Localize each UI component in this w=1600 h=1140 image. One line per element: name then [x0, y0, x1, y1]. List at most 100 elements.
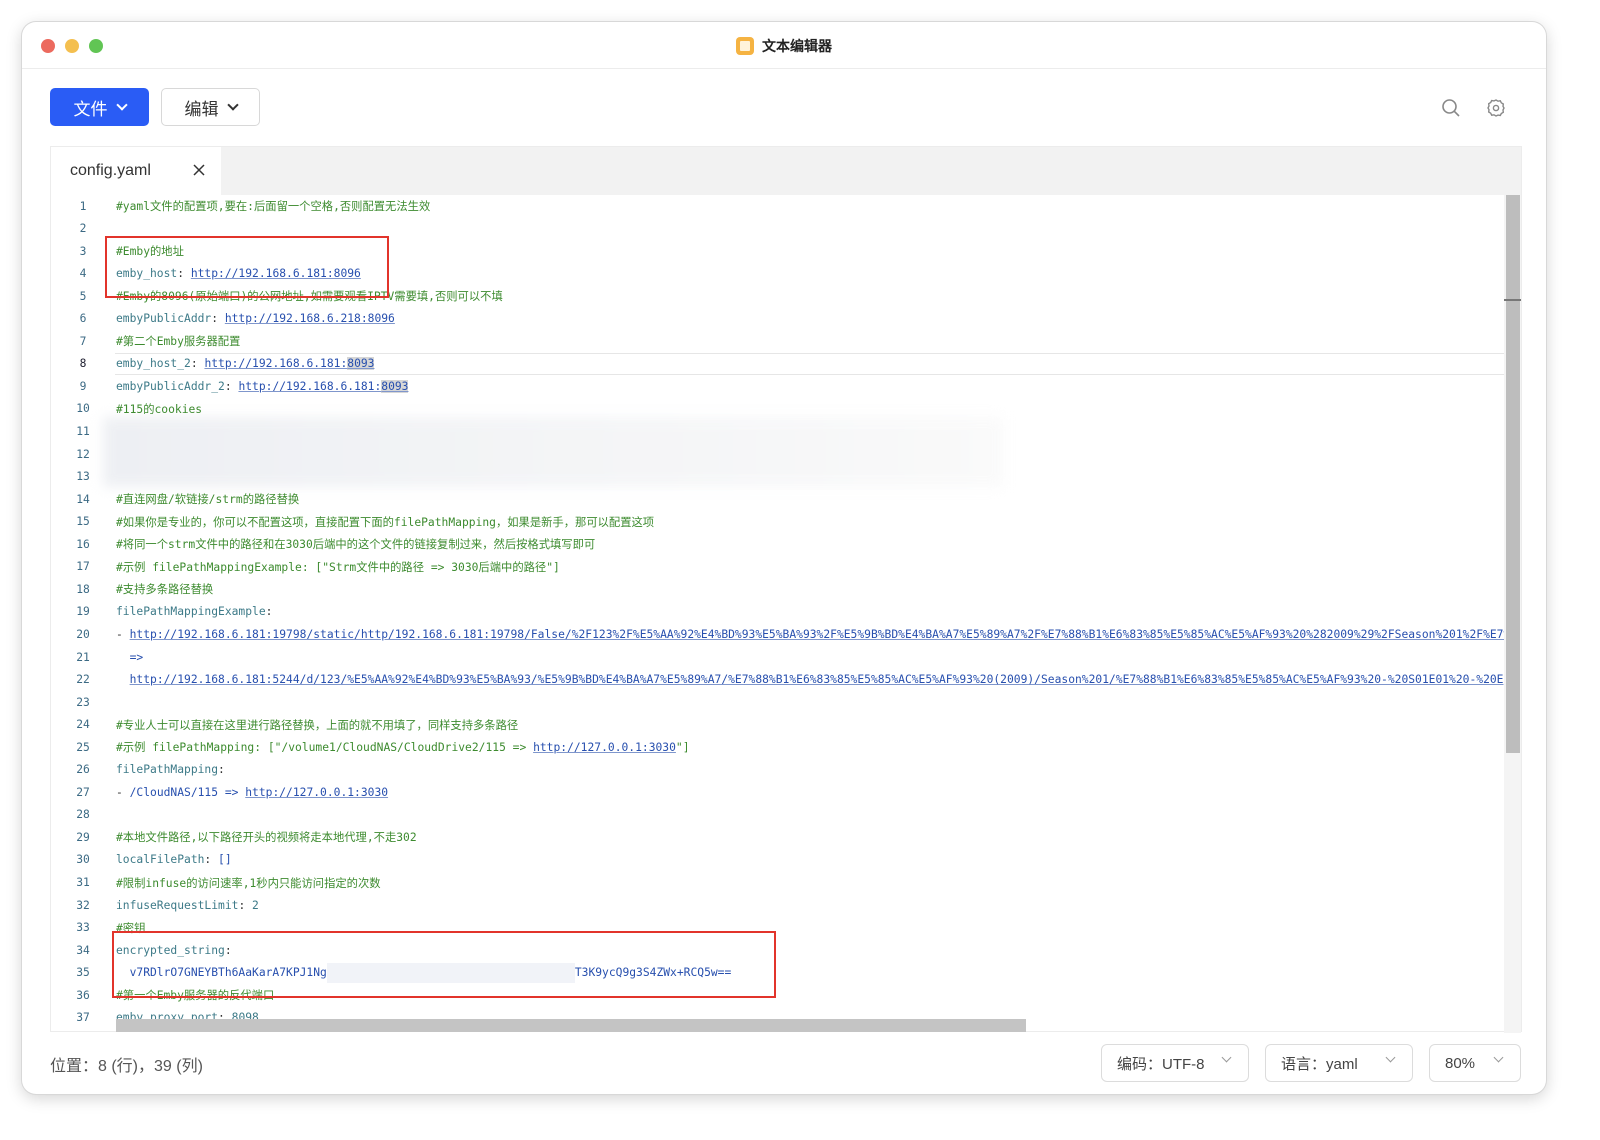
- horizontal-scroll-thumb[interactable]: [116, 1019, 1026, 1032]
- code-line[interactable]: 9 embyPublicAddr_2: http://192.168.6.181:…: [51, 375, 1504, 397]
- code-token: #直连网盘/软链接/strm的路径替换: [116, 493, 300, 507]
- line-text: embyPublicAddr: http://192.168.6.218:809…: [116, 312, 395, 325]
- code-token: #yaml文件的配置项,要在:后面留一个空格,否则配置无法生效: [116, 200, 431, 213]
- code-line[interactable]: 26 filePathMapping:: [51, 759, 1504, 781]
- edit-menu-button[interactable]: 编辑: [161, 88, 260, 126]
- url-token[interactable]: http://192.168.6.181:19798/static/http/1…: [130, 628, 1504, 641]
- encoding-select[interactable]: 编码：UTF-8: [1101, 1044, 1249, 1082]
- code-line[interactable]: 16 #将同一个strm文件中的路径和在3030后端中的这个文件的链接复制过来，然…: [51, 533, 1504, 555]
- code-token: "]: [675, 741, 690, 755]
- code-line[interactable]: 23: [51, 691, 1504, 713]
- code-line[interactable]: 24 #专业人士可以直接在这里进行路径替换，上面的就不用填了，同样支持多条路径: [51, 714, 1504, 736]
- url-token[interactable]: http://127.0.0.1:3030: [533, 741, 676, 754]
- line-number: 25: [76, 740, 90, 754]
- line-text: #本地文件路径,以下路径开头的视频将走本地代理,不走302: [116, 829, 417, 845]
- code-line[interactable]: 30 localFilePath: []: [51, 849, 1504, 871]
- line-number: 1: [79, 199, 87, 213]
- code-token: :: [224, 379, 239, 393]
- edit-menu-label: 编辑: [184, 99, 219, 119]
- code-line[interactable]: 25 #示例 filePathMapping: ["/volume1/CloudN…: [51, 736, 1504, 758]
- encoding-value: 编码：UTF-8: [1117, 1055, 1205, 1073]
- line-number: 26: [76, 763, 90, 777]
- cursor-marker: [1504, 299, 1521, 301]
- code-line[interactable]: 32 infuseRequestLimit: 2: [51, 894, 1504, 916]
- code-token: #将同一个strm文件中的路径和在3030后端中的这个文件的链接复制过来，然后按…: [116, 538, 596, 552]
- language-select[interactable]: 语言：yaml: [1265, 1044, 1413, 1082]
- line-number: 20: [76, 627, 90, 641]
- gear-icon[interactable]: [1486, 98, 1506, 118]
- url-token[interactable]: http://192.168.6.181:5244/d/123/%E5%AA%9…: [130, 673, 1504, 686]
- file-menu-button[interactable]: 文件: [50, 88, 149, 126]
- code-line[interactable]: 18 #支持多条路径替换: [51, 578, 1504, 600]
- line-number: 19: [76, 605, 90, 619]
- code-token: :: [238, 898, 253, 912]
- line-number: 36: [76, 988, 90, 1002]
- code-line[interactable]: 21 =>: [51, 646, 1504, 668]
- line-number: 32: [76, 898, 90, 912]
- line-text: embyPublicAddr_2: http://192.168.6.181:8…: [116, 379, 409, 393]
- line-text: - http://192.168.6.181:19798/static/http…: [116, 628, 1504, 641]
- line-number: 13: [76, 470, 90, 484]
- code-line[interactable]: 19 filePathMappingExample:: [51, 601, 1504, 623]
- url-token[interactable]: http://192.168.6.218:8096: [225, 312, 395, 325]
- zoom-select[interactable]: 80%: [1429, 1044, 1521, 1082]
- code-line[interactable]: 12: [51, 443, 1504, 465]
- code-editor[interactable]: 1 #yaml文件的配置项,要在:后面留一个空格,否则配置无法生效 2 3 #Emby的…: [51, 195, 1504, 1033]
- code-line[interactable]: 20 - http://192.168.6.181:19798/static/ht…: [51, 623, 1504, 645]
- code-line[interactable]: 7 #第二个Emby服务器配置: [51, 330, 1504, 352]
- code-line[interactable]: 11: [51, 421, 1504, 443]
- line-number: 37: [76, 1011, 90, 1025]
- url-token[interactable]: http://127.0.0.1:3030: [245, 786, 388, 799]
- code-line[interactable]: 28: [51, 804, 1504, 826]
- code-line[interactable]: 13: [51, 466, 1504, 488]
- line-number: 21: [76, 650, 90, 664]
- line-number: 11: [76, 425, 90, 438]
- code-token: #示例 filePathMappingExample: ["Strm文件中的路径…: [116, 560, 560, 574]
- url-token[interactable]: http://192.168.6.181:: [238, 380, 381, 393]
- highlight-box-emby-host: [105, 236, 389, 298]
- line-text: #第二个Emby服务器配置: [116, 333, 240, 349]
- code-token: :: [211, 312, 225, 326]
- code-token: :: [218, 763, 225, 777]
- code-line[interactable]: 15 #如果你是专业的，你可以不配置这项，直接配置下面的filePathMappi…: [51, 511, 1504, 533]
- line-text: filePathMapping:: [116, 763, 225, 776]
- tab-config-yaml[interactable]: config.yaml: [51, 147, 221, 195]
- line-text: emby_host_2: http://192.168.6.181:8093: [116, 357, 375, 371]
- chevron-down-icon: [115, 99, 128, 111]
- code-line[interactable]: 6 embyPublicAddr: http://192.168.6.218:80…: [51, 308, 1504, 330]
- line-text: http://192.168.6.181:5244/d/123/%E5%AA%9…: [116, 673, 1504, 686]
- code-line[interactable]: 8 emby_host_2: http://192.168.6.181:8093: [80, 352, 1504, 375]
- url-token[interactable]: http://192.168.6.181:: [204, 357, 347, 370]
- code-token: #限制infuse的访问速率,1秒内只能访问指定的次数: [116, 876, 381, 890]
- url-token[interactable]: 8093: [381, 379, 409, 393]
- highlight-box-encrypted-string: [112, 931, 776, 998]
- code-token: []: [218, 853, 232, 867]
- code-line[interactable]: 22 http://192.168.6.181:5244/d/123/%E5%A…: [51, 669, 1504, 691]
- code-line[interactable]: 10 #115的cookies: [51, 398, 1504, 420]
- line-text: =>: [116, 651, 144, 664]
- titlebar: 文本编辑器: [22, 22, 1546, 69]
- code-line[interactable]: 31 #限制infuse的访问速率,1秒内只能访问指定的次数: [51, 872, 1504, 894]
- tab-bar: config.yaml: [51, 147, 1521, 195]
- code-line[interactable]: 14 #直连网盘/软链接/strm的路径替换: [51, 488, 1504, 510]
- url-token[interactable]: 8093: [347, 357, 375, 371]
- code-token: filePathMapping: [116, 763, 219, 777]
- line-number: 16: [76, 537, 90, 551]
- vertical-scroll-thumb[interactable]: [1506, 195, 1520, 753]
- line-text: #示例 filePathMapping: ["/volume1/CloudNAS…: [116, 739, 690, 755]
- code-line[interactable]: 27 - /CloudNAS/115 => http://127.0.0.1:30…: [51, 781, 1504, 803]
- code-token: 2: [252, 898, 259, 912]
- code-line[interactable]: 29 #本地文件路径,以下路径开头的视频将走本地代理,不走302: [51, 826, 1504, 848]
- search-icon[interactable]: [1441, 98, 1461, 118]
- code-token: :: [265, 605, 273, 619]
- vertical-scrollbar[interactable]: [1504, 195, 1521, 1033]
- line-number: 30: [76, 853, 90, 867]
- code-token: filePathMappingExample: [116, 605, 266, 619]
- code-line[interactable]: 17 #示例 filePathMappingExample: ["Strm文件中的…: [51, 556, 1504, 578]
- code-line[interactable]: 1 #yaml文件的配置项,要在:后面留一个空格,否则配置无法生效: [51, 195, 1504, 217]
- close-tab-icon[interactable]: [191, 162, 207, 178]
- code-token: #如果你是专业的，你可以不配置这项，直接配置下面的filePathMapping…: [116, 515, 655, 529]
- line-number: 17: [76, 560, 90, 574]
- code-token: #支持多条路径替换: [116, 583, 214, 597]
- code-token: #专业人士可以直接在这里进行路径替换，上面的就不用填了，同样支持多条路径: [116, 718, 519, 732]
